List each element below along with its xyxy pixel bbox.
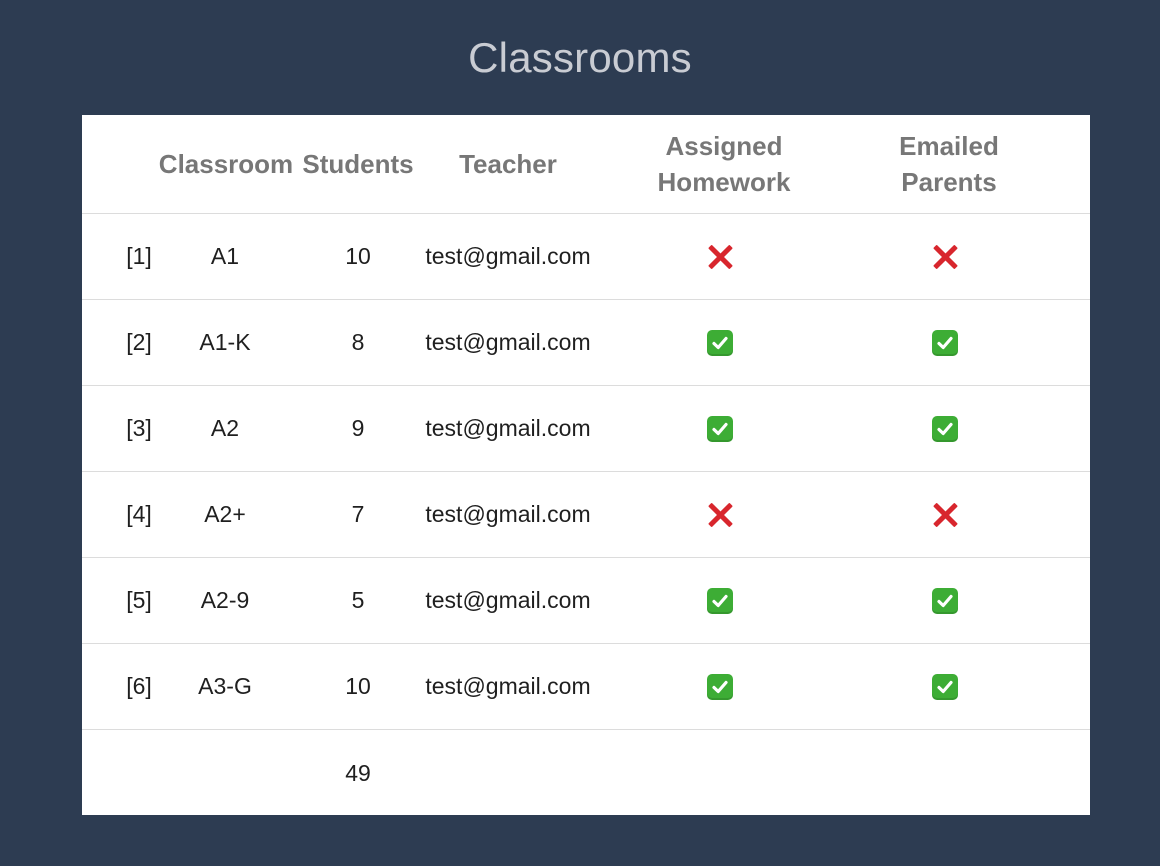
- assigned-homework-status: [622, 558, 818, 643]
- teacher-email: test@gmail.com: [425, 587, 591, 613]
- page-title: Classrooms: [468, 34, 692, 81]
- students-count: 10: [345, 243, 371, 269]
- header-emailed-line1: Emailed: [899, 131, 999, 161]
- row-index: [6]: [126, 673, 152, 699]
- classroom-name: A1: [210, 243, 240, 269]
- row-index: [5]: [126, 587, 152, 613]
- students-count: 8: [351, 329, 365, 355]
- row-index: [3]: [126, 415, 152, 441]
- emailed-parents-status: [847, 472, 1043, 557]
- emailed-parents-status: [847, 386, 1043, 471]
- table-row[interactable]: [6] A3-G 10 test@gmail.com: [82, 644, 1090, 730]
- cross-mark-icon: [932, 502, 958, 528]
- teacher-email: test@gmail.com: [425, 415, 591, 441]
- check-mark-icon: [932, 587, 958, 614]
- table-row[interactable]: [1] A1 10 test@gmail.com: [82, 214, 1090, 300]
- cross-mark-icon: [707, 244, 733, 270]
- assigned-homework-status: [622, 644, 818, 729]
- row-index: [2]: [126, 329, 152, 355]
- assigned-homework-status: [622, 214, 818, 299]
- check-mark-icon: [932, 415, 958, 442]
- table-row[interactable]: [5] A2-9 5 test@gmail.com: [82, 558, 1090, 644]
- cross-mark-icon: [932, 244, 958, 270]
- students-count: 7: [351, 501, 365, 527]
- students-count: 5: [351, 587, 365, 613]
- teacher-email: test@gmail.com: [425, 673, 591, 699]
- column-header-classroom[interactable]: Classroom: [154, 115, 298, 213]
- check-mark-icon: [932, 673, 958, 700]
- table-row[interactable]: [2] A1-K 8 test@gmail.com: [82, 300, 1090, 386]
- teacher-email: test@gmail.com: [425, 329, 591, 355]
- table-header-row: Classroom Students Teacher Assigned Homew…: [82, 115, 1090, 214]
- check-mark-icon: [707, 415, 733, 442]
- emailed-parents-status: [847, 644, 1043, 729]
- teacher-email: test@gmail.com: [425, 501, 591, 527]
- check-mark-icon: [932, 329, 958, 356]
- classroom-name: A2+: [204, 501, 246, 527]
- header-emailed-line2: Parents: [901, 167, 997, 197]
- table-row[interactable]: [4] A2+ 7 test@gmail.com: [82, 472, 1090, 558]
- row-index: [1]: [126, 243, 152, 269]
- assigned-homework-status: [622, 300, 818, 385]
- check-mark-icon: [707, 673, 733, 700]
- classroom-name: A3-G: [198, 673, 252, 699]
- students-count: 10: [345, 673, 371, 699]
- teacher-email: test@gmail.com: [425, 243, 591, 269]
- emailed-parents-status: [847, 558, 1043, 643]
- assigned-homework-status: [622, 386, 818, 471]
- column-header-assigned-homework[interactable]: Assigned Homework: [642, 115, 806, 213]
- header-assigned-line1: Assigned: [665, 131, 783, 161]
- column-header-emailed-parents[interactable]: Emailed Parents: [867, 115, 1031, 213]
- assigned-homework-status: [622, 472, 818, 557]
- classroom-name: A2-9: [200, 587, 250, 613]
- check-mark-icon: [707, 587, 733, 614]
- classrooms-table: Classroom Students Teacher Assigned Homew…: [82, 115, 1090, 815]
- header-assigned-line2: Homework: [657, 167, 791, 197]
- classroom-name: A1-K: [199, 329, 251, 355]
- table-footer-row: 49: [82, 730, 1090, 816]
- column-header-students[interactable]: Students: [294, 115, 422, 213]
- classroom-name: A2: [210, 415, 240, 441]
- students-count: 9: [351, 415, 365, 441]
- cross-mark-icon: [707, 502, 733, 528]
- students-total: 49: [345, 759, 371, 786]
- check-mark-icon: [707, 329, 733, 356]
- emailed-parents-status: [847, 214, 1043, 299]
- table-row[interactable]: [3] A2 9 test@gmail.com: [82, 386, 1090, 472]
- column-header-teacher[interactable]: Teacher: [428, 115, 588, 213]
- row-index: [4]: [126, 501, 152, 527]
- emailed-parents-status: [847, 300, 1043, 385]
